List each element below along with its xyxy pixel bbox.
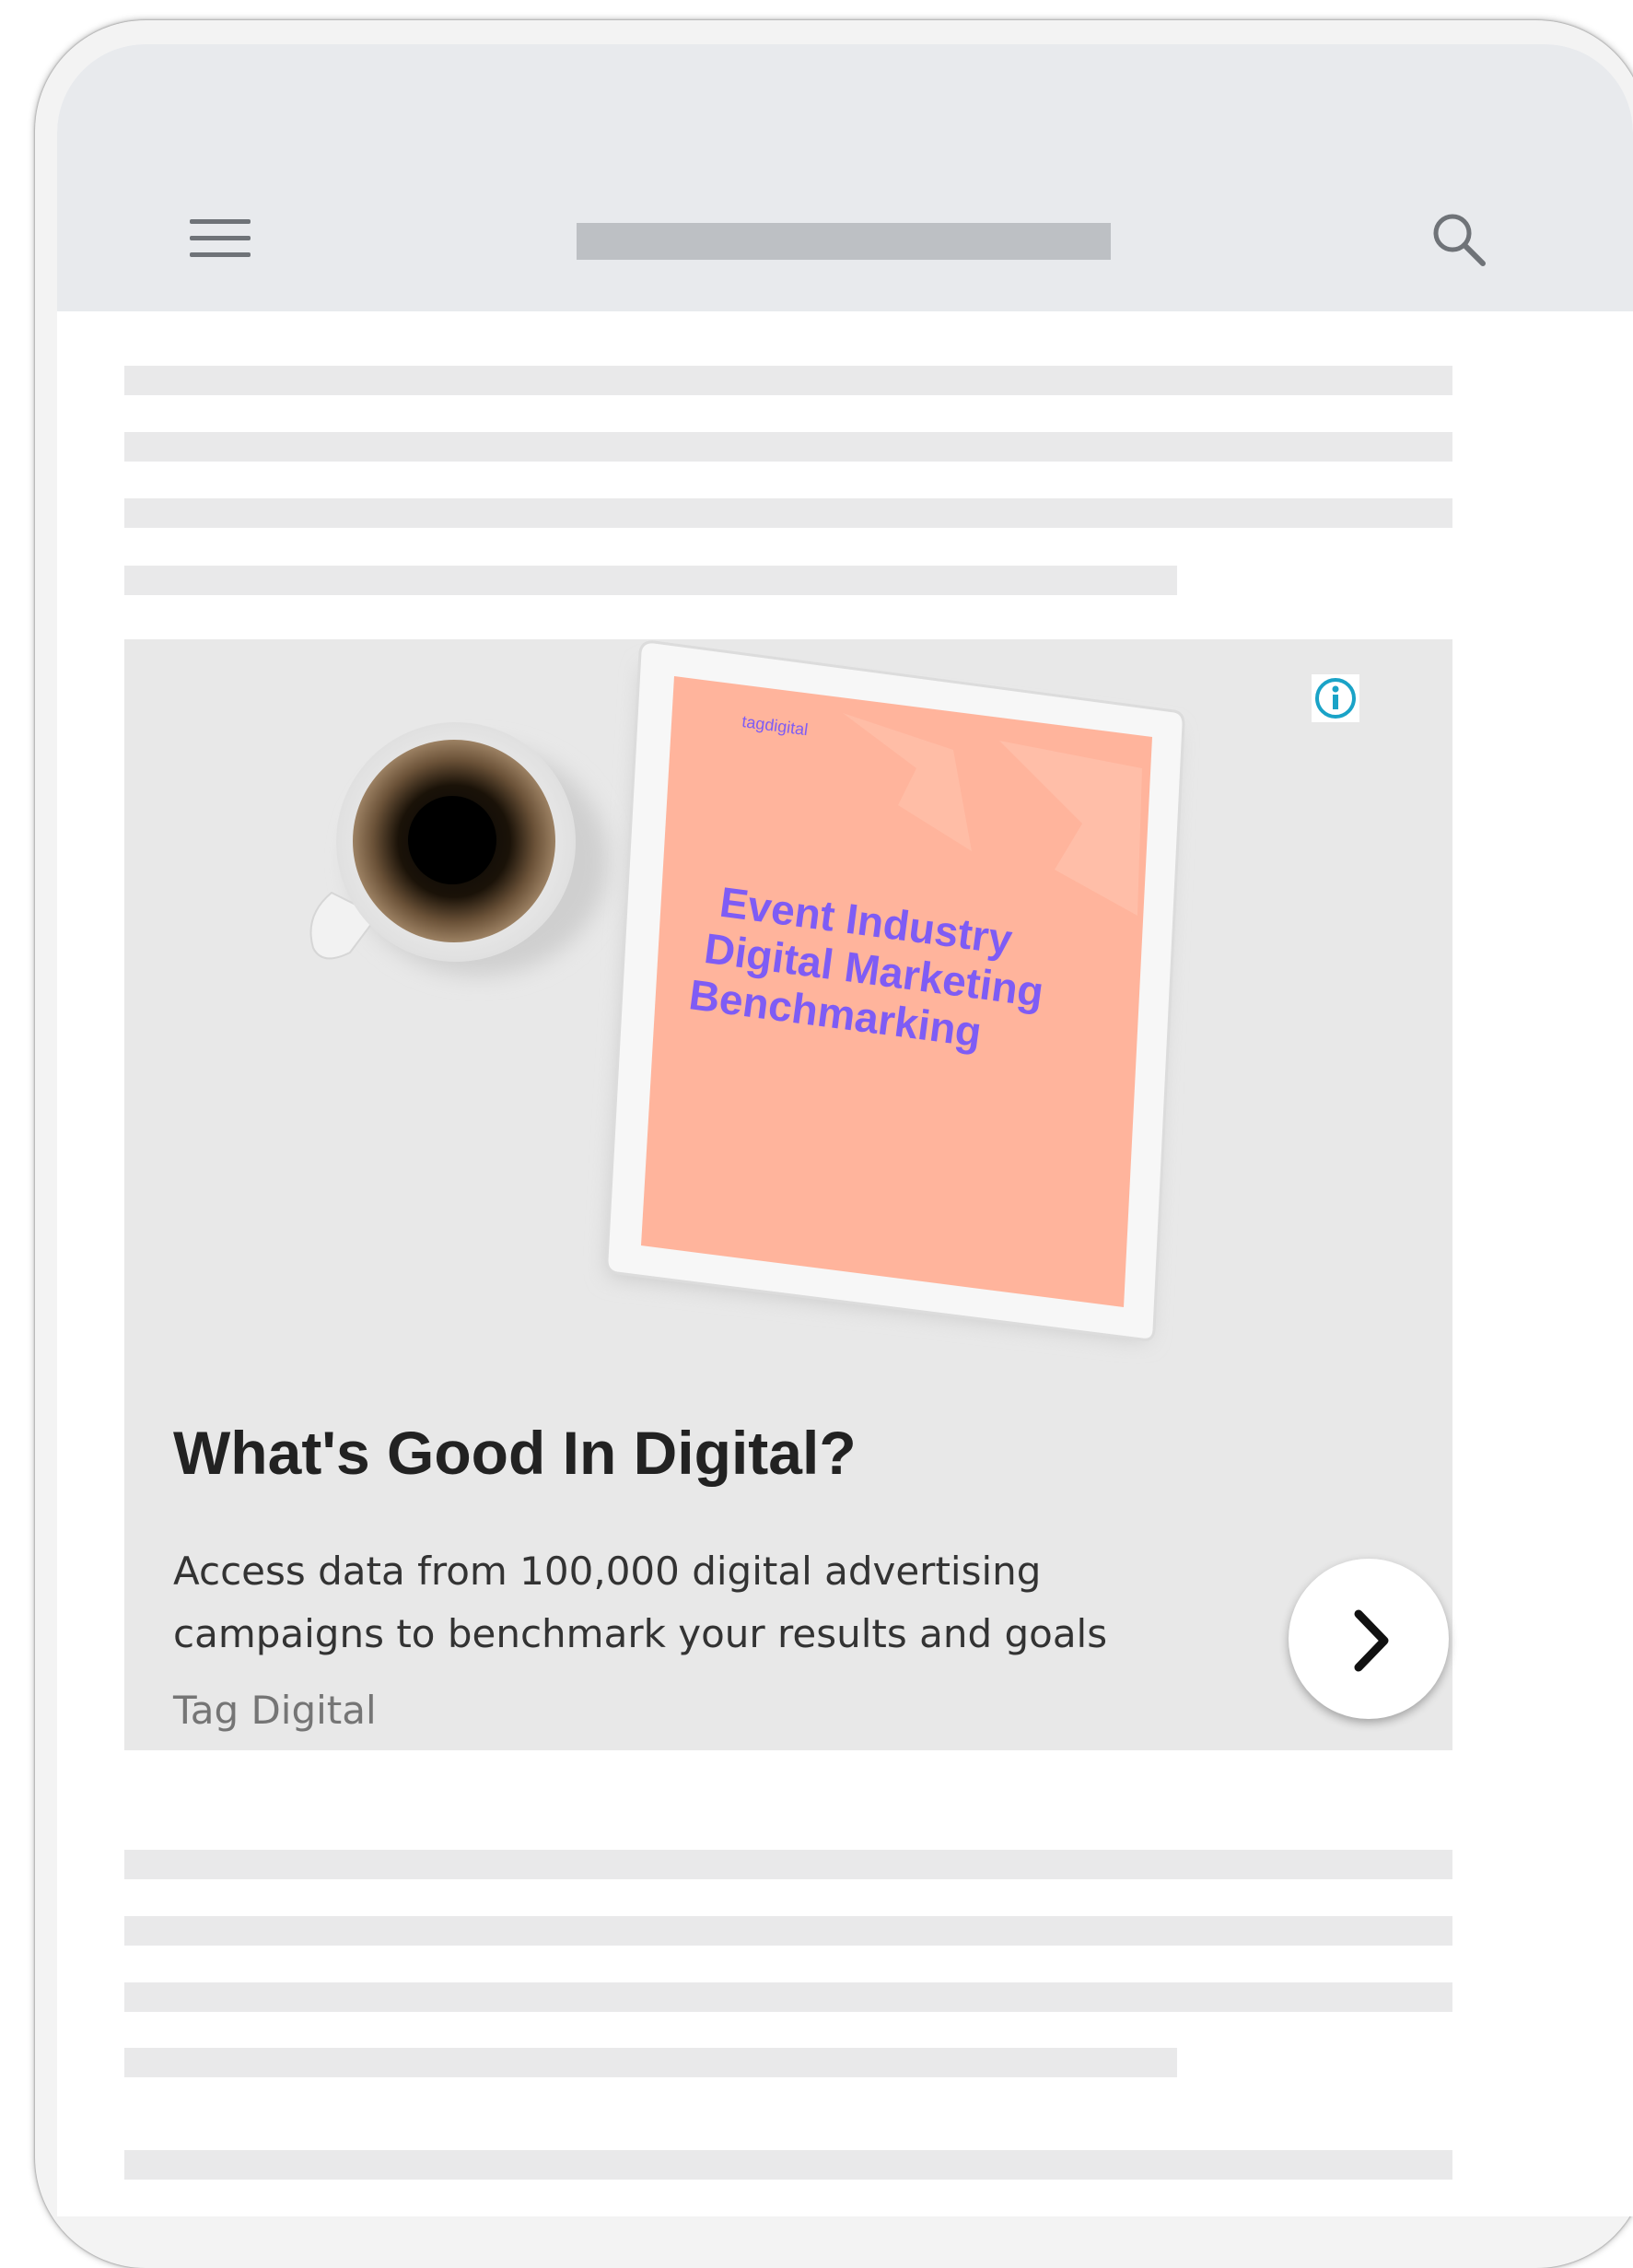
content-placeholder-line (124, 366, 1452, 395)
ad-description: Access data from 100,000 digital adverti… (173, 1549, 1108, 1656)
content-placeholder-line (124, 2150, 1452, 2180)
content-placeholder-line (124, 566, 1177, 595)
info-icon[interactable] (1312, 674, 1359, 722)
ad-cta-button[interactable] (1289, 1559, 1449, 1719)
ad-advertiser-name: Tag Digital (173, 1688, 377, 1733)
chevron-right-icon (1354, 1609, 1389, 1672)
hamburger-menu-icon[interactable] (190, 219, 251, 263)
content-placeholder-line (124, 432, 1452, 462)
content-placeholder-line (124, 1982, 1452, 2012)
native-ad-card[interactable]: tagdigital Event Industry Digital Market… (124, 639, 1452, 1750)
content-placeholder-line (124, 1850, 1452, 1879)
title-placeholder (577, 223, 1111, 260)
ad-image: tagdigital Event Industry Digital Market… (309, 640, 1185, 1341)
content-placeholder-line (124, 498, 1452, 528)
top-app-bar (57, 44, 1633, 311)
search-icon[interactable] (1428, 208, 1492, 273)
content-placeholder-line (124, 2048, 1177, 2077)
content-placeholder-line (124, 1916, 1452, 1946)
ad-headline[interactable]: What's Good In Digital? (173, 1418, 857, 1488)
